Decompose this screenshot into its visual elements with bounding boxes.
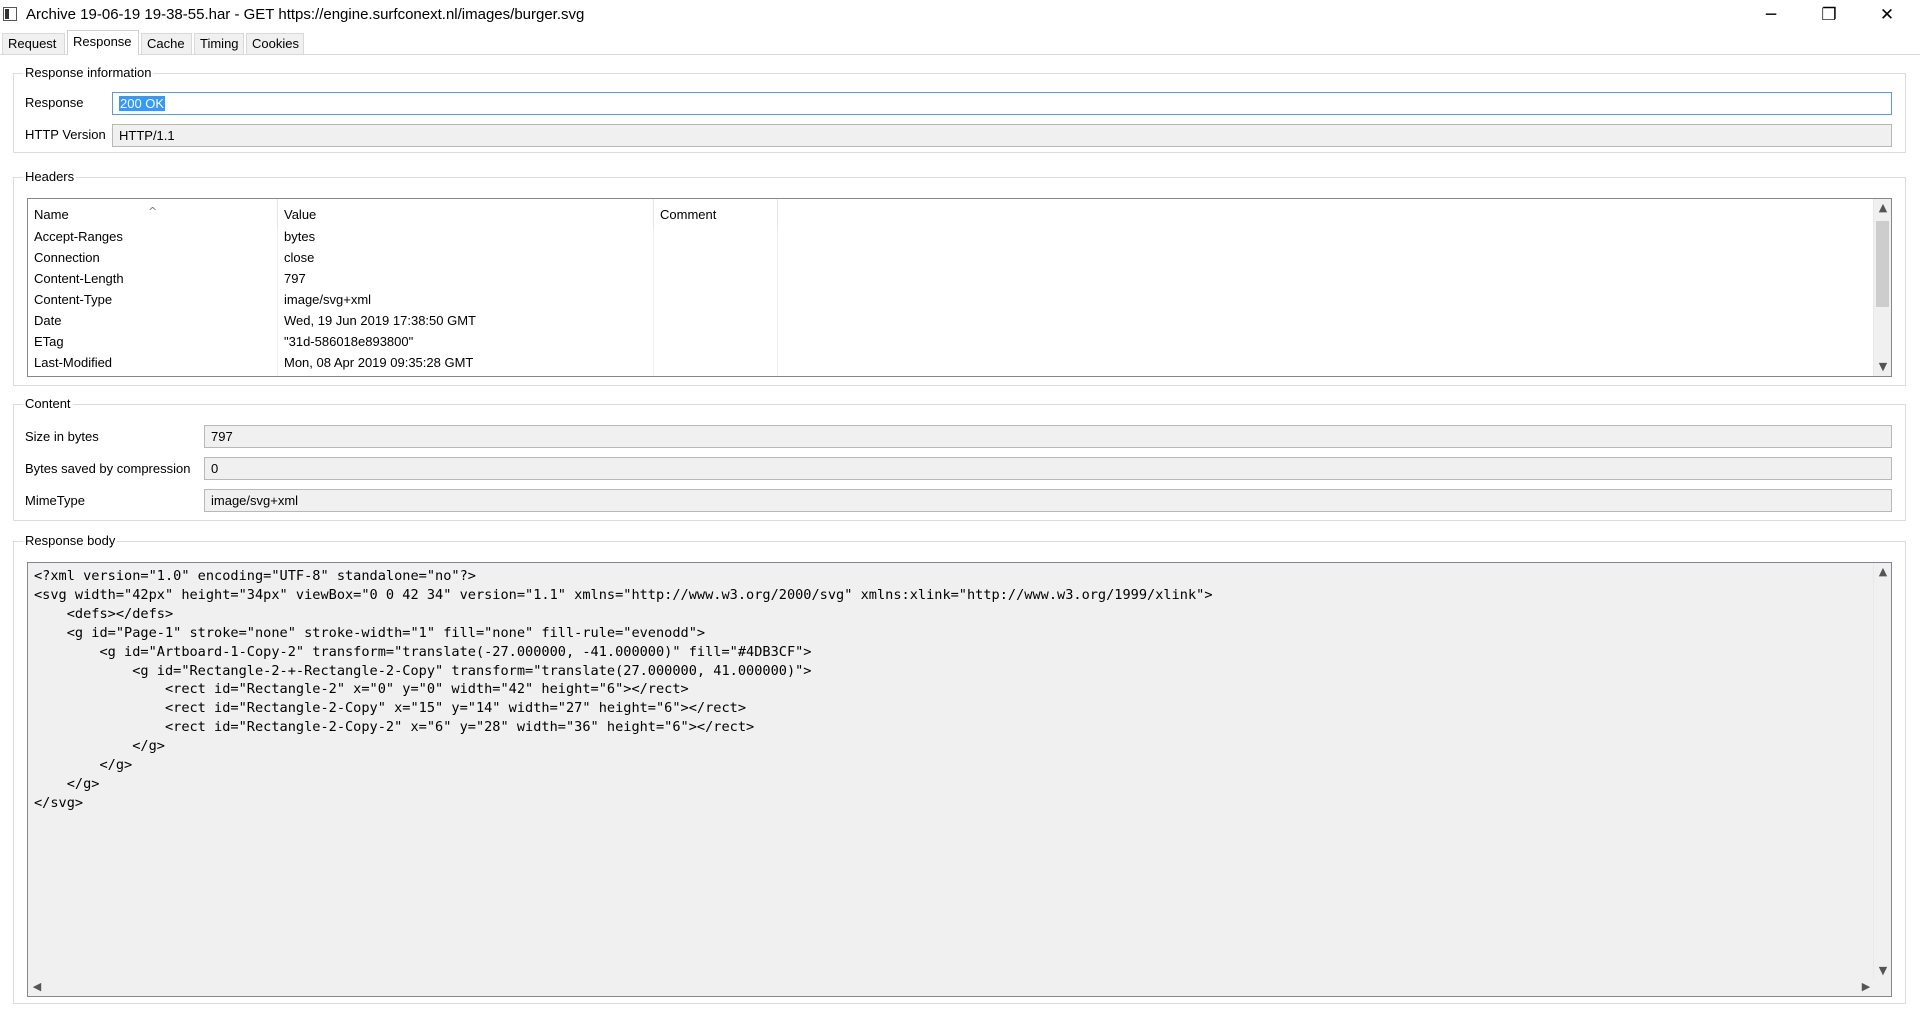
header-name-cell: Content-Length bbox=[34, 271, 124, 286]
http-version-field[interactable]: HTTP/1.1 bbox=[112, 124, 1892, 147]
scroll-left-icon[interactable]: ◀ bbox=[28, 978, 46, 996]
response-body-text: <?xml version="1.0" encoding="UTF-8" sta… bbox=[34, 568, 1213, 811]
header-value-cell: bytes bbox=[284, 229, 316, 244]
content-group: Content Size in bytes 797 Bytes saved by… bbox=[13, 396, 1906, 521]
header-name-cell: Content-Type bbox=[34, 292, 113, 307]
header-name-cell: Last-Modified bbox=[34, 355, 113, 370]
column-header-name-label: Name bbox=[34, 207, 69, 222]
column-header-name[interactable]: Name ^ bbox=[28, 199, 278, 229]
content-title: Content bbox=[23, 396, 73, 411]
header-name-cell: Date bbox=[34, 313, 62, 328]
headers-table[interactable]: Name ^ Value Comment Accept-Ranges bytes… bbox=[27, 198, 1892, 377]
close-icon: ✕ bbox=[1879, 5, 1895, 25]
header-value-cell: "31d-586018e893800" bbox=[284, 334, 414, 349]
response-body-title: Response body bbox=[23, 533, 118, 548]
table-row[interactable]: Content-Type image/svg+xml bbox=[28, 289, 1873, 310]
header-value-cell: image/svg+xml bbox=[284, 292, 372, 307]
table-row[interactable]: ETag "31d-586018e893800" bbox=[28, 331, 1873, 352]
tab-cookies[interactable]: Cookies bbox=[246, 33, 304, 54]
column-header-comment[interactable]: Comment bbox=[654, 199, 778, 229]
tab-cache[interactable]: Cache bbox=[141, 33, 192, 54]
header-value-cell: Wed, 19 Jun 2019 17:38:50 GMT bbox=[284, 313, 476, 328]
body-vertical-scrollbar[interactable]: ▲ ▼ bbox=[1873, 563, 1891, 980]
tab-timing[interactable]: Timing bbox=[194, 33, 244, 54]
header-value-cell: Mon, 08 Apr 2019 09:35:28 GMT bbox=[284, 355, 474, 370]
header-name-cell: Accept-Ranges bbox=[34, 229, 123, 244]
http-version-label: HTTP Version bbox=[25, 127, 106, 142]
scroll-thumb[interactable] bbox=[1876, 221, 1889, 307]
maximize-button[interactable]: ❐ bbox=[1806, 0, 1852, 30]
restore-icon: ❐ bbox=[1821, 5, 1837, 25]
headers-group: Headers Name ^ Value Comment Accept-Rang… bbox=[13, 169, 1906, 386]
window-title: Archive 19-06-19 19-38-55.har - GET http… bbox=[26, 6, 585, 23]
minimize-button[interactable]: ─ bbox=[1748, 0, 1794, 30]
scroll-down-icon[interactable]: ▼ bbox=[1874, 358, 1891, 376]
response-label: Response bbox=[25, 95, 84, 110]
table-row[interactable]: Last-Modified Mon, 08 Apr 2019 09:35:28 … bbox=[28, 352, 1873, 373]
response-information-group: Response information Response 200 OK HTT… bbox=[13, 65, 1906, 153]
tab-bar: Request Response Cache Timing Cookies bbox=[0, 30, 1920, 55]
scroll-up-icon[interactable]: ▲ bbox=[1874, 199, 1891, 217]
response-status-field[interactable]: 200 OK bbox=[112, 92, 1892, 115]
tab-request[interactable]: Request bbox=[2, 33, 65, 54]
minimize-icon: ─ bbox=[1765, 5, 1777, 25]
sort-ascending-icon: ^ bbox=[148, 205, 158, 218]
mimetype-field[interactable]: image/svg+xml bbox=[204, 489, 1892, 512]
table-row[interactable]: Date Wed, 19 Jun 2019 17:38:50 GMT bbox=[28, 310, 1873, 331]
scroll-down-icon[interactable]: ▼ bbox=[1874, 962, 1891, 980]
response-body-text-area[interactable]: <?xml version="1.0" encoding="UTF-8" sta… bbox=[27, 562, 1892, 997]
bytes-saved-label: Bytes saved by compression bbox=[25, 461, 191, 476]
header-value-cell: close bbox=[284, 250, 315, 265]
scroll-up-icon[interactable]: ▲ bbox=[1874, 563, 1891, 581]
title-bar: Archive 19-06-19 19-38-55.har - GET http… bbox=[0, 0, 1920, 30]
response-information-title: Response information bbox=[23, 65, 154, 80]
size-in-bytes-field[interactable]: 797 bbox=[204, 425, 1892, 448]
mimetype-label: MimeType bbox=[25, 493, 85, 508]
scroll-right-icon[interactable]: ▶ bbox=[1857, 978, 1875, 996]
column-header-value[interactable]: Value bbox=[278, 199, 654, 229]
bytes-saved-field[interactable]: 0 bbox=[204, 457, 1892, 480]
tab-response[interactable]: Response bbox=[67, 30, 139, 55]
response-status-value: 200 OK bbox=[119, 96, 166, 111]
header-name-cell: Connection bbox=[34, 250, 100, 265]
header-value-cell: 797 bbox=[284, 271, 306, 286]
body-horizontal-scrollbar[interactable]: ◀ ▶ bbox=[28, 978, 1875, 996]
table-row[interactable]: Content-Length 797 bbox=[28, 268, 1873, 289]
headers-vertical-scrollbar[interactable]: ▲ ▼ bbox=[1873, 199, 1891, 376]
header-name-cell: ETag bbox=[34, 334, 64, 349]
size-in-bytes-label: Size in bytes bbox=[25, 429, 99, 444]
app-icon bbox=[3, 7, 17, 21]
headers-title: Headers bbox=[23, 169, 77, 184]
table-row[interactable]: Accept-Ranges bytes bbox=[28, 226, 1873, 247]
response-body-group: Response body <?xml version="1.0" encodi… bbox=[13, 533, 1906, 1004]
close-button[interactable]: ✕ bbox=[1864, 0, 1910, 30]
table-row[interactable]: Connection close bbox=[28, 247, 1873, 268]
